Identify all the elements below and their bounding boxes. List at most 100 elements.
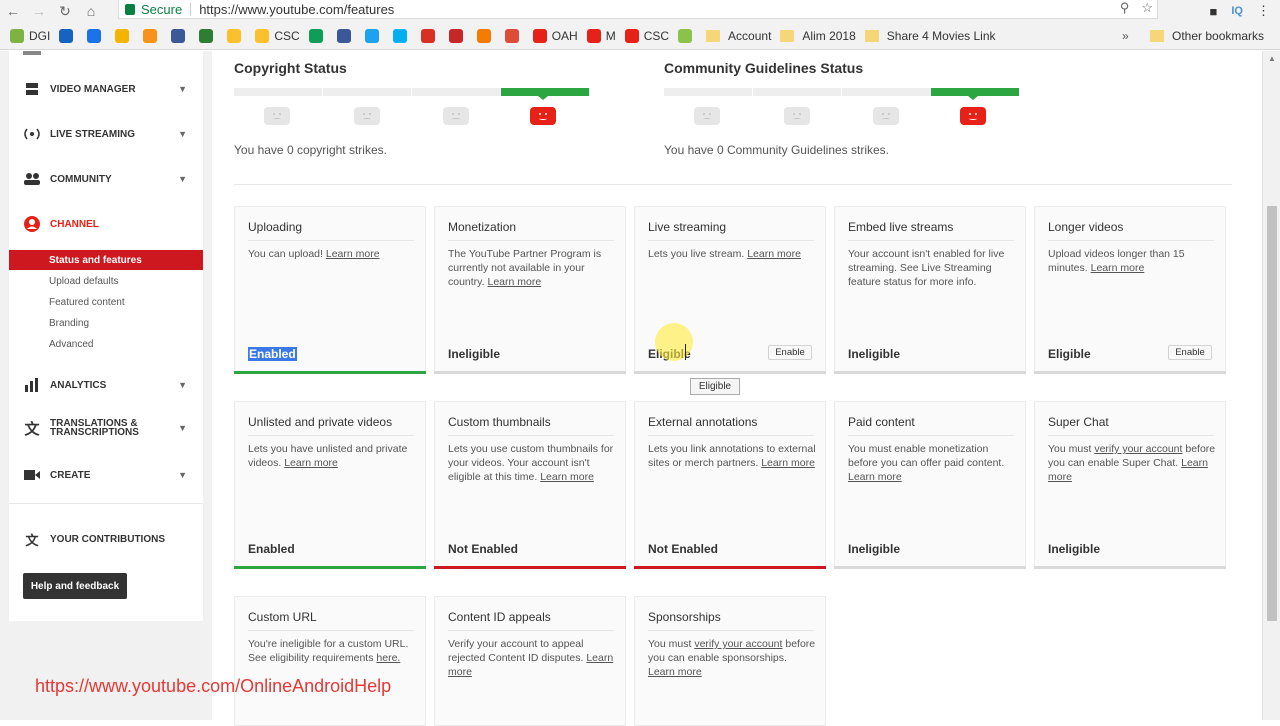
forward-icon[interactable]: → — [26, 0, 52, 22]
chevron-down-icon[interactable]: ▼ — [178, 84, 187, 94]
sidebar-item-community[interactable]: Community ▼ — [9, 171, 203, 187]
bookmark-item[interactable] — [448, 28, 468, 43]
other-bookmarks[interactable]: Other bookmarks — [1150, 29, 1264, 43]
learn-more-link[interactable]: Learn more — [848, 471, 902, 483]
bookmark-item[interactable]: CSC — [255, 28, 300, 43]
chevron-down-icon[interactable]: ▼ — [178, 380, 187, 390]
card-desc-text: You can upload! — [248, 248, 323, 260]
community-strike-meter — [664, 88, 1020, 96]
chevron-down-icon[interactable]: ▼ — [178, 129, 187, 139]
verify-account-link[interactable]: verify your account — [1094, 443, 1182, 455]
extension-icon[interactable]: ■ — [1210, 4, 1218, 19]
url-text[interactable]: https://www.youtube.com/features — [199, 2, 394, 17]
bookmark-item[interactable] — [392, 28, 412, 43]
star-icon[interactable]: ☆ — [1141, 0, 1153, 16]
bookmark-item[interactable] — [308, 28, 328, 43]
help-feedback-button[interactable]: Help and feedback — [23, 573, 127, 599]
status-bar — [1034, 566, 1226, 569]
bookmark-item[interactable] — [678, 28, 697, 43]
eligibility-here-link[interactable]: here. — [376, 652, 400, 664]
learn-more-link[interactable]: Learn more — [284, 457, 338, 469]
bookmark-item[interactable] — [336, 28, 356, 43]
chevron-down-icon[interactable]: ▼ — [178, 423, 187, 433]
sidebar-item-label: Your Contributions — [50, 533, 165, 545]
card-status: Not Enabled — [648, 542, 719, 556]
card-title: Paid content — [848, 415, 915, 429]
learn-more-link[interactable]: Learn more — [488, 276, 542, 288]
sidebar-item-translations[interactable]: 文 Translations & Transcriptions ▼ — [9, 419, 203, 438]
sidebar-item-analytics[interactable]: Analytics ▼ — [9, 377, 203, 393]
secure-indicator[interactable]: Secure — [119, 2, 182, 17]
folder-icon — [864, 29, 879, 42]
sidebar-subitem-advanced[interactable]: Advanced — [9, 334, 203, 354]
back-icon[interactable]: ← — [0, 0, 26, 22]
bookmark-folder[interactable]: Share 4 Movies Link — [864, 29, 996, 43]
sidebar-item-live-streaming[interactable]: Live Streaming ▼ — [9, 126, 203, 142]
menu-icon[interactable]: ⋮ — [1257, 3, 1270, 19]
bookmark-item[interactable] — [420, 28, 440, 43]
bookmark-item[interactable] — [476, 28, 496, 43]
scroll-up-icon[interactable]: ▲ — [1268, 54, 1276, 63]
card-desc-text: You must — [1048, 443, 1092, 455]
bookmark-item[interactable] — [59, 28, 78, 43]
bookmark-item[interactable] — [227, 28, 246, 43]
sidebar-item-label: Video Manager — [50, 83, 136, 95]
bookmark-folder[interactable]: Alim 2018 — [780, 29, 856, 43]
chevron-down-icon[interactable]: ▼ — [178, 470, 187, 480]
card-title: Content ID appeals — [448, 610, 551, 624]
bookmark-favicon-icon — [504, 28, 519, 43]
home-icon[interactable]: ⌂ — [78, 0, 104, 22]
learn-more-link[interactable]: Learn more — [540, 471, 594, 483]
verify-account-link[interactable]: verify your account — [694, 638, 782, 650]
card-description: Your account isn't enabled for live stre… — [848, 248, 1005, 288]
folder-icon — [706, 29, 721, 42]
bookmark-item[interactable]: OAH — [532, 28, 578, 43]
bookmark-item[interactable]: M — [586, 28, 616, 43]
sidebar-item-video-manager[interactable]: Video Manager ▼ — [9, 81, 203, 97]
sidebar-item-channel[interactable]: Channel — [9, 216, 203, 232]
sidebar-item-contributions[interactable]: 文 Your Contributions — [9, 531, 203, 548]
enable-button[interactable]: Enable — [1168, 345, 1212, 360]
bookmark-item[interactable] — [364, 28, 384, 43]
bookmark-item[interactable] — [199, 28, 218, 43]
card-desc-text: You must — [648, 638, 692, 650]
address-bar[interactable]: Secure https://www.youtube.com/features … — [118, 0, 1158, 19]
bookmark-label: OAH — [551, 28, 578, 43]
other-bookmarks-label: Other bookmarks — [1172, 28, 1265, 43]
bookmark-item[interactable] — [171, 28, 190, 43]
learn-more-link[interactable]: Learn more — [326, 248, 380, 260]
sidebar-subitem-status-and-features[interactable]: Status and features — [9, 250, 203, 270]
learn-more-link[interactable]: Learn more — [648, 666, 702, 678]
bookmark-label: CSC — [643, 28, 670, 43]
sidebar-subitem-upload-defaults[interactable]: Upload defaults — [9, 271, 203, 291]
sidebar-item-create[interactable]: Create ▼ — [9, 467, 203, 483]
bookmark-item[interactable] — [504, 28, 524, 43]
scroll-thumb[interactable] — [1267, 206, 1277, 621]
bookmarks-overflow-icon[interactable]: » — [1122, 29, 1129, 43]
bookmark-folder-label: Account — [728, 28, 772, 43]
bookmark-item[interactable]: DGI — [10, 28, 50, 43]
search-icon[interactable]: ⚲ — [1120, 0, 1130, 16]
feature-card-content-id-appeals: Content ID appeals Verify your account t… — [434, 596, 626, 726]
learn-more-link[interactable]: Learn more — [761, 457, 815, 469]
bookmark-folder[interactable]: Account — [706, 29, 771, 43]
sidebar-subitem-featured-content[interactable]: Featured content — [9, 292, 203, 312]
text-cursor-icon — [685, 344, 687, 360]
reload-icon[interactable]: ↻ — [52, 0, 78, 22]
bookmark-item[interactable]: CSC — [624, 28, 670, 43]
learn-more-link[interactable]: Learn more — [1091, 262, 1145, 274]
page-scrollbar[interactable]: ▲ — [1262, 51, 1280, 720]
card-description: The YouTube Partner Program is currently… — [448, 247, 616, 289]
learn-more-link[interactable]: Learn more — [747, 248, 801, 260]
bookmark-item[interactable] — [143, 28, 162, 43]
chevron-down-icon[interactable]: ▼ — [178, 174, 187, 184]
iq-extension-icon[interactable]: IQ — [1231, 5, 1243, 17]
card-title: Custom thumbnails — [448, 415, 551, 429]
bookmark-item[interactable] — [115, 28, 134, 43]
bookmark-item[interactable] — [87, 28, 106, 43]
folder-icon — [780, 29, 795, 42]
feature-card-external-annotations: External annotations Lets you link annot… — [634, 401, 826, 569]
enable-button[interactable]: Enable — [768, 345, 812, 360]
bookmark-favicon-icon — [143, 28, 158, 43]
sidebar-subitem-branding[interactable]: Branding — [9, 313, 203, 333]
